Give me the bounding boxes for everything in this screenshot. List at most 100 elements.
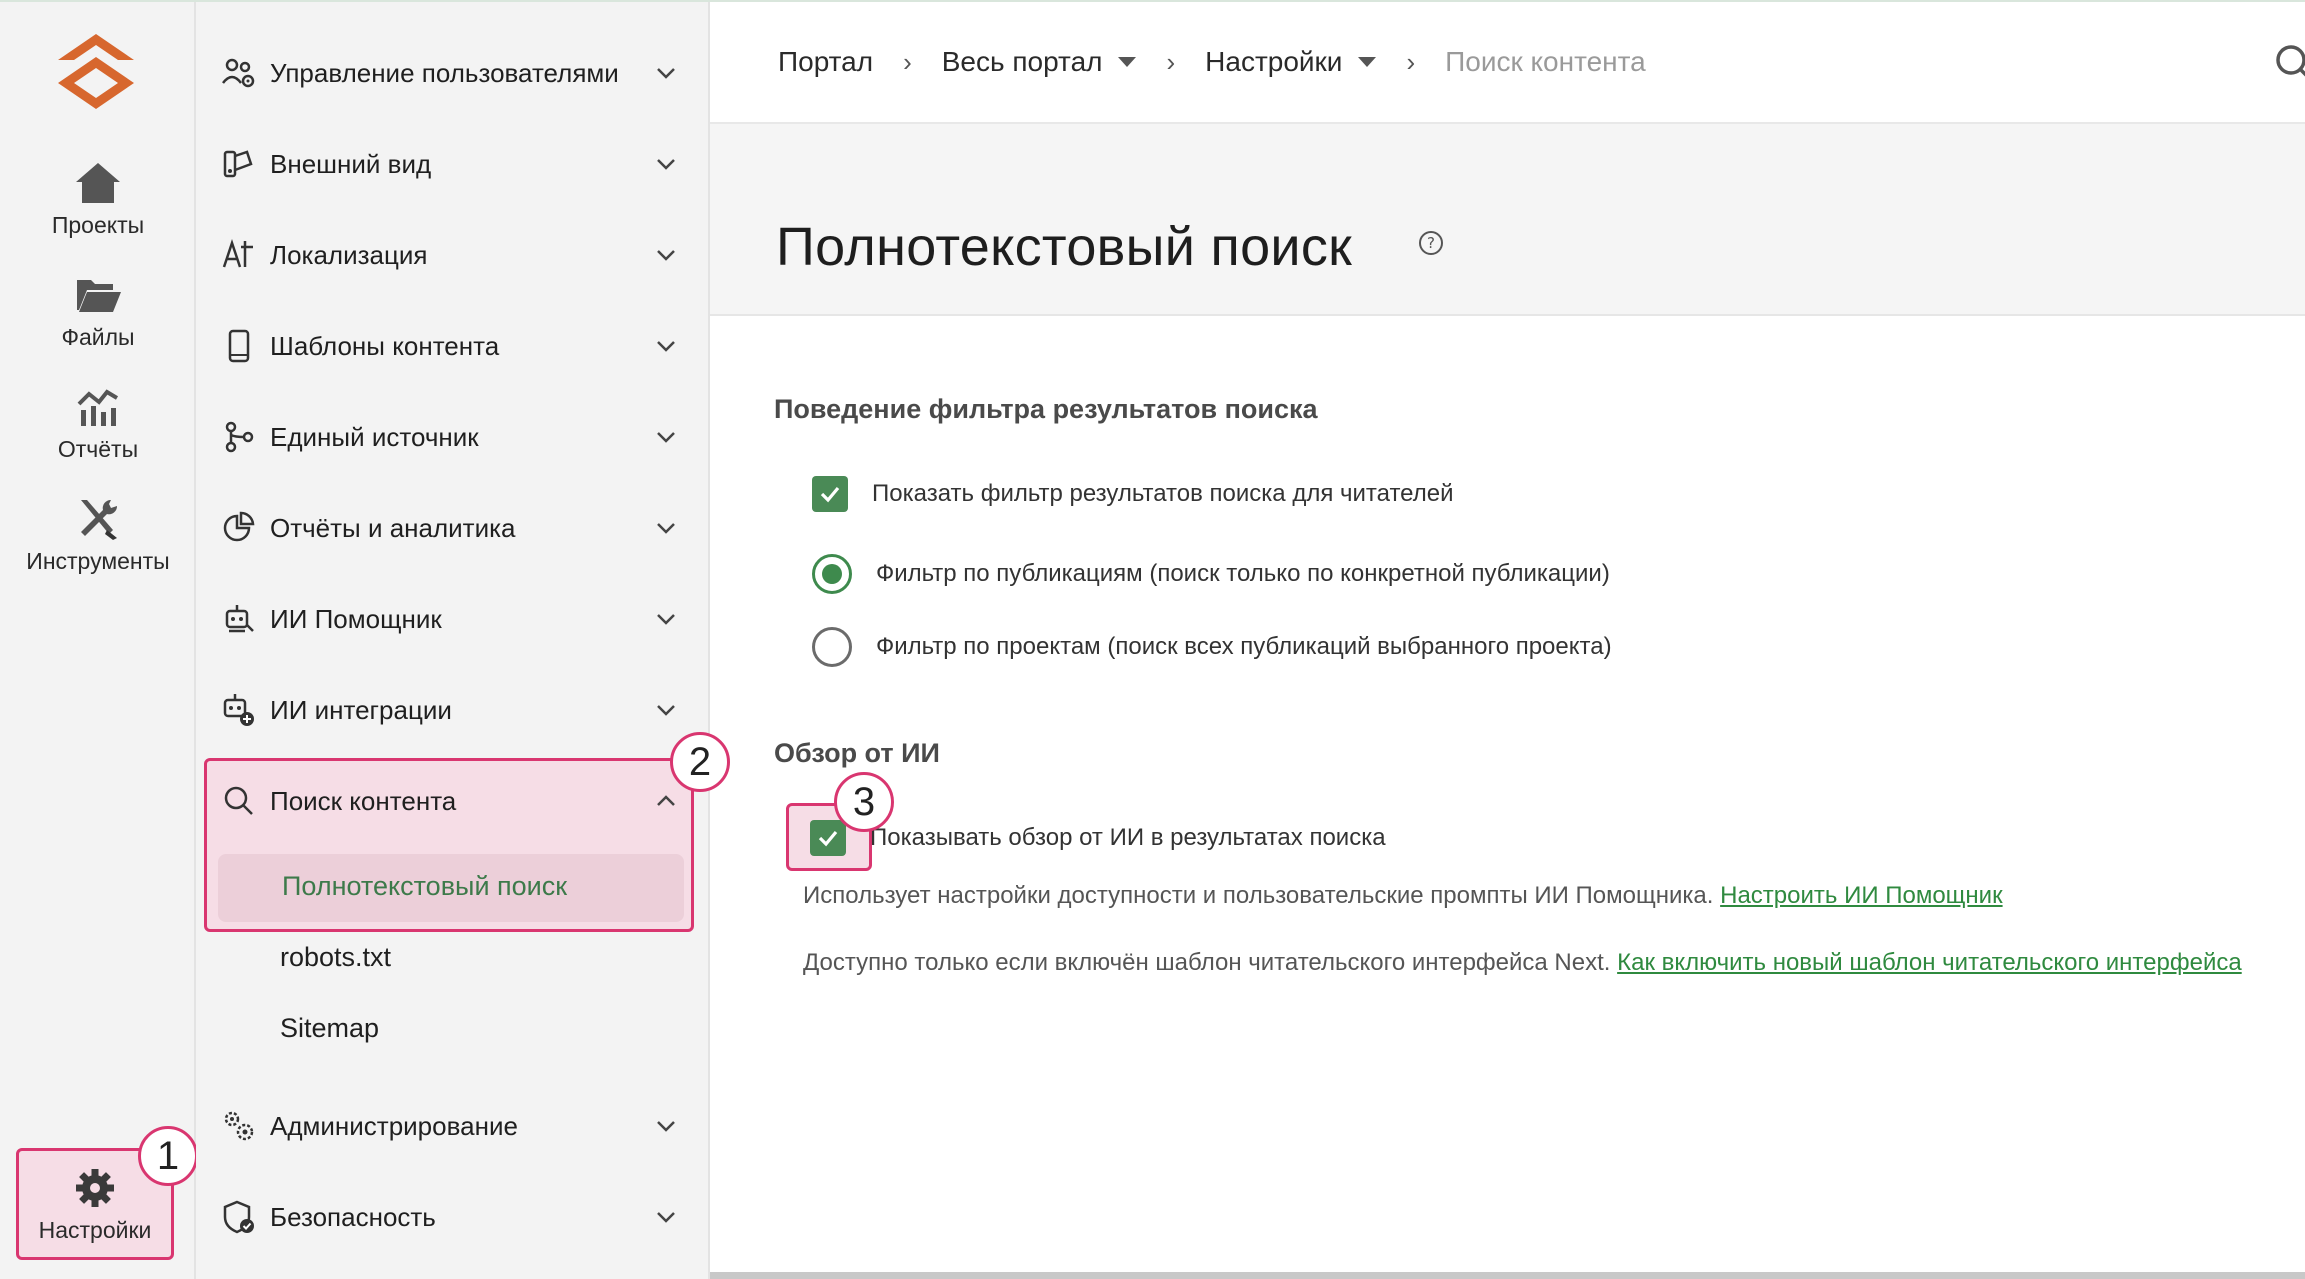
nav-item-label: Администрирование — [270, 1110, 518, 1141]
breadcrumb-portal[interactable]: Портал — [778, 46, 873, 78]
ai-note-next-template: Доступно только если включён шаблон чита… — [803, 949, 2242, 977]
option-show-filter: Показать фильтр результатов поиска для ч… — [812, 476, 1453, 512]
filter-projects-radio[interactable] — [812, 627, 852, 667]
nav-item-label: ИИ интеграции — [270, 694, 452, 725]
chevron-down-icon — [657, 68, 675, 79]
caret-down-icon — [1118, 57, 1137, 67]
nav-item-administration[interactable]: Администрирование — [196, 1085, 710, 1167]
nav-sub-sitemap[interactable]: Sitemap — [280, 1013, 379, 1044]
gears-icon — [220, 1107, 258, 1145]
rail-item-files[interactable]: Файлы — [0, 272, 196, 376]
nav-item-label: Поиск контента — [270, 785, 457, 816]
gear-icon — [76, 1168, 114, 1207]
breadcrumb-label: Весь портал — [941, 46, 1103, 77]
breadcrumb-label: Настройки — [1205, 46, 1343, 77]
nav-item-user-management[interactable]: Управление пользователями — [196, 32, 710, 114]
translate-icon — [220, 236, 258, 274]
rail-item-label: Инструменты — [26, 548, 170, 574]
rail-item-label: Проекты — [51, 212, 145, 238]
brand-logo-icon[interactable] — [56, 32, 136, 110]
rail-item-reports[interactable]: Отчёты — [0, 384, 196, 488]
show-filter-checkbox[interactable] — [812, 476, 848, 512]
chevron-down-icon — [657, 250, 675, 261]
robot-icon — [220, 600, 258, 638]
nav-item-content-templates[interactable]: Шаблоны контента — [196, 305, 710, 387]
show-filter-label: Показать фильтр результатов поиска для ч… — [872, 480, 1454, 507]
nav-item-appearance[interactable]: Внешний вид — [196, 123, 710, 205]
breadcrumb-separator: › — [903, 46, 912, 77]
callout-badge-1: 1 — [138, 1126, 198, 1186]
breadcrumb-separator: › — [1406, 46, 1416, 77]
nav-item-single-source[interactable]: Единый источник — [196, 396, 710, 478]
show-ai-checkbox[interactable] — [810, 820, 846, 856]
primary-rail: Проекты Файлы Отчёты Инструменты Настрой… — [0, 2, 196, 1279]
chevron-down-icon — [657, 341, 675, 352]
filter-publications-radio[interactable] — [812, 554, 852, 594]
svg-text:?: ? — [1427, 234, 1435, 252]
filter-publications-label: Фильтр по публикациям (поиск только по к… — [876, 560, 1610, 587]
palette-icon — [220, 145, 258, 183]
chevron-down-icon — [657, 614, 675, 625]
nav-item-content-search[interactable]: Поиск контента — [196, 760, 710, 842]
nav-item-reports-analytics[interactable]: Отчёты и аналитика — [196, 487, 710, 569]
option-filter-projects: Фильтр по проектам (поиск всех публикаци… — [812, 627, 1612, 667]
nav-item-ai-integrations[interactable]: ИИ интеграции — [196, 669, 710, 751]
horizontal-scrollbar[interactable] — [710, 1272, 2305, 1279]
nav-sub-fulltext-search[interactable]: Полнотекстовый поиск — [218, 854, 684, 922]
callout-badge-2: 2 — [670, 732, 730, 792]
app-window: Проекты Файлы Отчёты Инструменты Настрой… — [0, 0, 2305, 1279]
filter-projects-label: Фильтр по проектам (поиск всех публикаци… — [876, 633, 1612, 660]
breadcrumb-all-portal[interactable]: Весь портал — [942, 46, 1137, 78]
page-header: Полнотекстовый поиск ? — [710, 124, 2305, 316]
check-icon — [820, 486, 840, 503]
search-icon — [220, 782, 258, 820]
option-show-ai: Показывать обзор от ИИ в результатах пои… — [810, 820, 1386, 856]
nav-item-ai-assistant[interactable]: ИИ Помощник — [196, 578, 710, 660]
search-icon[interactable] — [2271, 40, 2305, 86]
page-title: Полнотекстовый поиск — [776, 217, 1353, 277]
breadcrumb: Портал › Весь портал › Настройки › Поиск… — [710, 2, 2305, 124]
ai-note-assistant: Использует настройки доступности и польз… — [803, 882, 2003, 910]
tablet-icon — [220, 327, 258, 365]
nav-item-label: Безопасность — [270, 1201, 436, 1232]
nav-item-label: Управление пользователями — [270, 57, 619, 88]
pie-chart-icon — [220, 509, 258, 547]
nav-item-label: Локализация — [270, 239, 428, 270]
nav-item-security[interactable]: Безопасность — [196, 1176, 710, 1258]
chevron-down-icon — [657, 1121, 675, 1132]
nav-sub-robots[interactable]: robots.txt — [280, 942, 391, 973]
note-text: Использует настройки доступности и польз… — [803, 882, 1714, 909]
robot-plus-icon — [220, 691, 258, 729]
nav-item-label: ИИ Помощник — [270, 603, 442, 634]
check-icon — [818, 830, 838, 847]
caret-down-icon — [1358, 57, 1377, 67]
rail-item-projects[interactable]: Проекты — [0, 160, 196, 264]
nav-item-label: Внешний вид — [270, 148, 432, 179]
note-text: Доступно только если включён шаблон чита… — [803, 949, 1611, 976]
users-gear-icon — [220, 54, 258, 92]
chevron-down-icon — [657, 159, 675, 170]
option-filter-publications: Фильтр по публикациям (поиск только по к… — [812, 554, 1610, 594]
nav-sub-label: Полнотекстовый поиск — [282, 871, 568, 901]
rail-item-label: Файлы — [61, 324, 135, 350]
chevron-down-icon — [657, 1212, 675, 1223]
nav-item-label: Шаблоны контента — [270, 330, 500, 361]
chevron-up-icon — [657, 795, 675, 806]
nav-item-label: Отчёты и аналитика — [270, 512, 516, 543]
chevron-down-icon — [657, 523, 675, 534]
chevron-down-icon — [657, 432, 675, 443]
enable-next-template-link[interactable]: Как включить новый шаблон читательского … — [1617, 949, 2242, 976]
breadcrumb-settings[interactable]: Настройки — [1205, 46, 1377, 78]
nav-item-label: Единый источник — [270, 421, 479, 452]
chart-icon — [77, 389, 119, 426]
chevron-down-icon — [657, 705, 675, 716]
shield-icon — [220, 1198, 258, 1236]
section-title-ai: Обзор от ИИ — [774, 738, 940, 768]
rail-item-tools[interactable]: Инструменты — [0, 496, 196, 600]
section-title-filter: Поведение фильтра результатов поиска — [774, 394, 1318, 424]
help-icon[interactable]: ? — [1417, 229, 1445, 257]
configure-ai-assistant-link[interactable]: Настроить ИИ Помощник — [1720, 882, 2002, 909]
breadcrumb-separator: › — [1166, 46, 1176, 77]
rail-item-label: Настройки — [38, 1216, 152, 1243]
nav-item-localization[interactable]: Локализация — [196, 214, 710, 296]
